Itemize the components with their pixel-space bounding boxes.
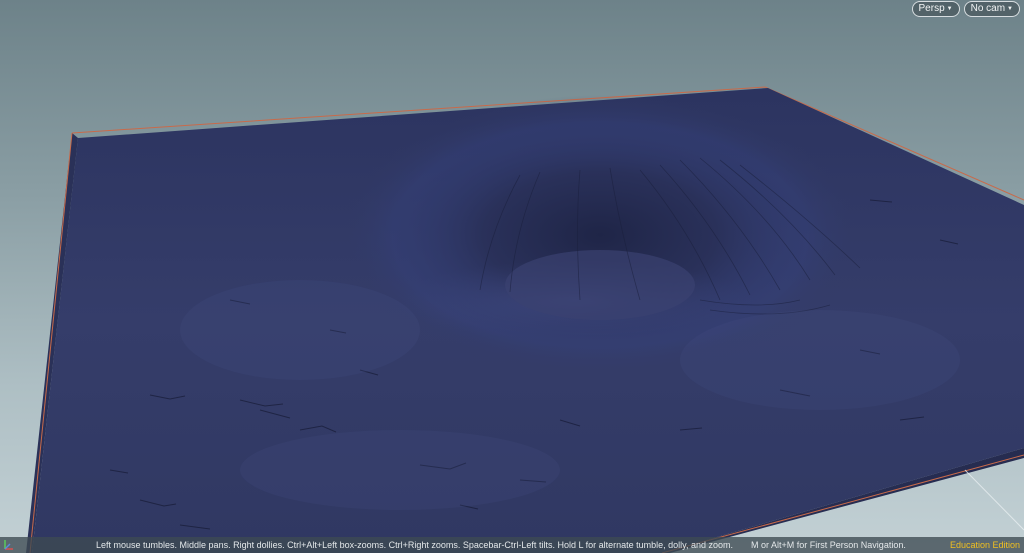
perspective-label: Persp bbox=[918, 3, 945, 14]
first-person-hint: M or Alt+M for First Person Navigation. bbox=[751, 540, 906, 550]
status-bar: Left mouse tumbles. Middle pans. Right d… bbox=[0, 537, 1024, 553]
3d-viewport[interactable]: Persp ▼ No cam ▼ Left mouse tumbles. Mid… bbox=[0, 0, 1024, 553]
edition-label: Education Edition bbox=[949, 540, 1020, 550]
reference-line bbox=[964, 469, 1024, 531]
chevron-down-icon: ▼ bbox=[1007, 6, 1013, 12]
camera-menu-button[interactable]: No cam ▼ bbox=[963, 1, 1020, 17]
perspective-menu-button[interactable]: Persp ▼ bbox=[911, 1, 960, 17]
crater-floor bbox=[505, 250, 695, 320]
camera-label: No cam bbox=[970, 3, 1006, 14]
navigation-hint: Left mouse tumbles. Middle pans. Right d… bbox=[96, 540, 734, 550]
scene-render[interactable] bbox=[0, 0, 1024, 553]
camera-controls: Persp ▼ No cam ▼ bbox=[911, 1, 1020, 17]
chevron-down-icon: ▼ bbox=[946, 6, 953, 12]
axis-gizmo-icon bbox=[0, 537, 96, 553]
